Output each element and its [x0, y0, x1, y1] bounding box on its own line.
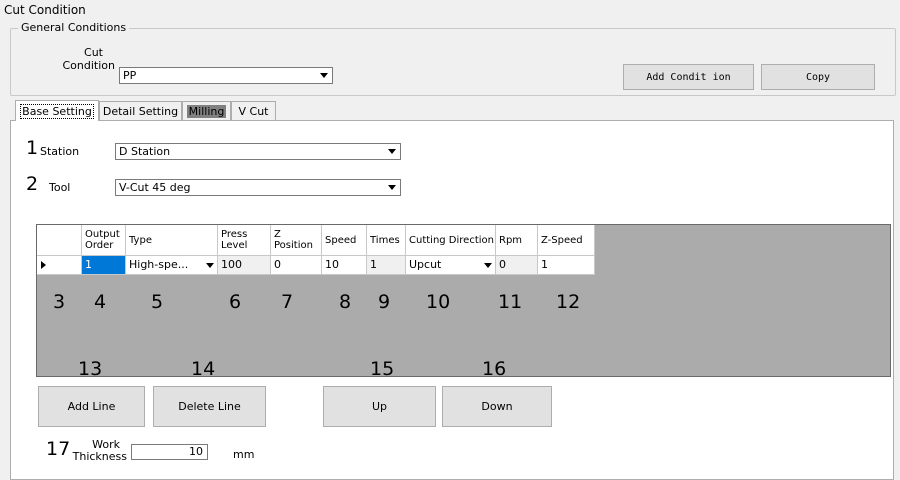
callout-3: 3 [53, 291, 66, 313]
cell-times: 1 [367, 256, 406, 275]
cut-data-grid[interactable]: Output Order Type Press Level Z Position… [36, 224, 891, 377]
tool-label: Tool [49, 181, 71, 194]
tab-detail-setting[interactable]: Detail Setting [99, 101, 182, 120]
station-select[interactable]: D Station [115, 143, 401, 160]
row-header[interactable] [37, 256, 82, 275]
cut-condition-label-line2: Condition [62, 59, 116, 72]
callout-11: 11 [498, 291, 523, 313]
cell-type[interactable]: High-spe... [126, 256, 218, 275]
station-label: Station [40, 145, 80, 158]
grid-corner-header [37, 225, 82, 256]
column-header-z-position[interactable]: Z Position [271, 225, 322, 256]
column-header-z-speed[interactable]: Z-Speed [538, 225, 595, 256]
callout-13: 13 [78, 358, 103, 380]
cell-cutting-direction-value: Upcut [409, 258, 442, 271]
cut-condition-select[interactable]: PP [119, 67, 333, 84]
cell-press-level: 100 [218, 256, 271, 275]
callout-5: 5 [151, 291, 164, 313]
tab-base-setting-label: Base Setting [20, 103, 94, 119]
copy-button[interactable]: Copy [761, 64, 875, 90]
tab-base-setting[interactable]: Base Setting [15, 100, 99, 121]
tab-v-cut-label: V Cut [238, 104, 269, 118]
tool-value: V-Cut 45 deg [119, 181, 191, 194]
callout-15: 15 [370, 358, 395, 380]
tab-detail-setting-label: Detail Setting [102, 104, 179, 118]
callout-16: 16 [482, 358, 507, 380]
column-header-rpm[interactable]: Rpm [496, 225, 538, 256]
callout-4: 4 [94, 291, 107, 313]
window-title: Cut Condition [4, 3, 86, 17]
chevron-down-icon[interactable] [386, 182, 398, 193]
tool-select[interactable]: V-Cut 45 deg [115, 179, 401, 196]
station-value: D Station [119, 145, 171, 158]
cell-type-value: High-spe... [129, 258, 189, 271]
chevron-down-icon[interactable] [204, 259, 216, 271]
callout-8: 8 [339, 291, 352, 313]
callout-10: 10 [426, 291, 451, 313]
column-header-type[interactable]: Type [126, 225, 218, 256]
callout-9: 9 [378, 291, 391, 313]
callout-7: 7 [281, 291, 294, 313]
column-header-times[interactable]: Times [367, 225, 406, 256]
cut-condition-label-line1: Cut [84, 46, 103, 59]
cell-speed[interactable]: 10 [322, 256, 367, 275]
column-header-output-order[interactable]: Output Order [82, 225, 126, 256]
general-conditions-legend: General Conditions [18, 21, 130, 34]
down-button[interactable]: Down [442, 386, 552, 427]
column-header-cutting-direction[interactable]: Cutting Direction [406, 225, 496, 256]
chevron-down-icon[interactable] [482, 259, 494, 271]
cut-condition-label: Cut Condition [55, 46, 116, 72]
delete-line-button[interactable]: Delete Line [153, 386, 266, 427]
cell-rpm: 0 [496, 256, 538, 275]
add-condition-button[interactable]: Add Condit ion [623, 64, 754, 90]
cut-condition-value: PP [123, 69, 137, 82]
callout-2: 2 [26, 173, 39, 195]
tab-milling-label: Milling [186, 104, 227, 118]
callout-1: 1 [26, 137, 39, 159]
up-button[interactable]: Up [323, 386, 436, 427]
cell-z-speed[interactable]: 1 [538, 256, 595, 275]
work-thickness-unit: mm [233, 448, 255, 461]
work-thickness-input[interactable]: 10 [131, 444, 208, 460]
column-header-speed[interactable]: Speed [322, 225, 367, 256]
chevron-down-icon[interactable] [386, 146, 398, 157]
callout-14: 14 [191, 358, 216, 380]
tab-milling[interactable]: Milling [182, 101, 231, 120]
column-header-press-level[interactable]: Press Level [218, 225, 271, 256]
callout-12: 12 [556, 291, 581, 313]
cell-cutting-direction[interactable]: Upcut [406, 256, 496, 275]
work-thickness-label-line2: Thickness [72, 450, 127, 463]
work-thickness-label: Work Thickness [67, 439, 127, 463]
chevron-down-icon[interactable] [318, 70, 330, 81]
tab-v-cut[interactable]: V Cut [231, 101, 276, 120]
callout-6: 6 [229, 291, 242, 313]
add-line-button[interactable]: Add Line [38, 386, 145, 427]
current-row-icon [41, 261, 46, 269]
cell-output-order[interactable]: 1 [82, 256, 126, 275]
cell-z-position[interactable]: 0 [271, 256, 322, 275]
